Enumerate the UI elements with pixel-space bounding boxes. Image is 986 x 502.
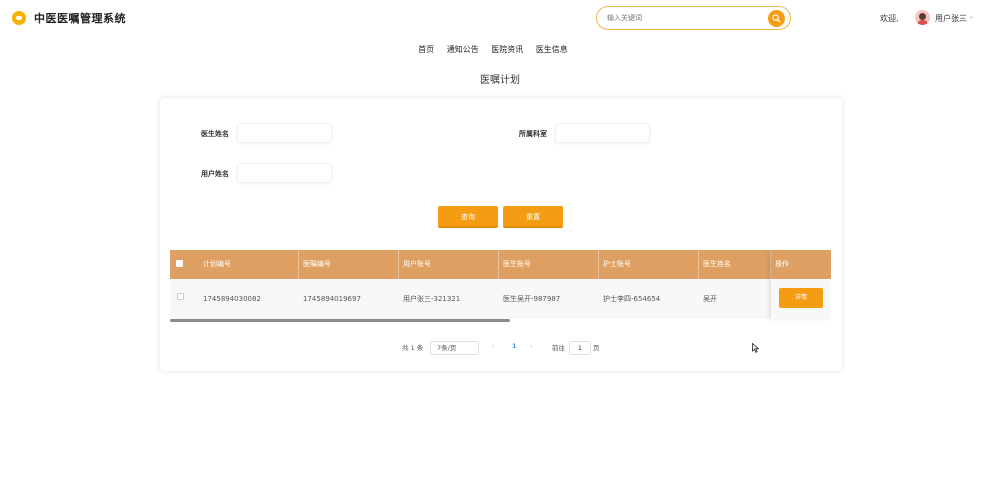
search-box [596, 6, 791, 30]
doctor-name-label: 医生姓名 [201, 130, 229, 138]
page-size-select[interactable]: 7条/页 [430, 341, 479, 355]
user-name-input[interactable] [237, 163, 332, 183]
table-header: 计划编号 医嘱编号 用户账号 医生账号 护士账号 医生姓名 操作 [170, 250, 831, 279]
cell-doctor-name: 吴开 [703, 295, 717, 303]
table-row: 1745894030082 1745894019697 用户张三-321321 … [170, 279, 831, 319]
cell-doctor-account: 医生吴开-987987 [503, 295, 561, 303]
row-checkbox[interactable] [177, 293, 184, 300]
search-button[interactable] [768, 10, 785, 27]
search-input[interactable] [607, 11, 757, 25]
next-page-icon[interactable]: › [530, 342, 533, 350]
column-header: 计划编号 [199, 250, 299, 279]
search-submit-button[interactable]: 查询 [438, 206, 498, 228]
chevron-down-icon[interactable]: ⌄ [969, 13, 974, 20]
top-bar: 中医医嘱管理系统 欢迎, 用户张三 ⌄ [0, 0, 986, 36]
cell-nurse-account: 护士李四-654654 [603, 295, 661, 303]
logo-icon [12, 11, 26, 25]
column-header: 护士账号 [599, 250, 699, 279]
username[interactable]: 用户张三 [935, 13, 967, 24]
page-size-value: 7条/页 [437, 344, 457, 352]
column-header: 医生账号 [499, 250, 599, 279]
app-title: 中医医嘱管理系统 [34, 12, 126, 25]
data-table: 计划编号 医嘱编号 用户账号 医生账号 护士账号 医生姓名 操作 1745894… [170, 250, 831, 322]
cell-plan-no: 1745894030082 [203, 295, 261, 303]
nav-item-notices[interactable]: 通知公告 [447, 44, 479, 55]
cell-user-account: 用户张三-321321 [403, 295, 461, 303]
nav-item-home[interactable]: 首页 [418, 44, 434, 55]
select-all-checkbox[interactable] [176, 260, 183, 267]
column-header: 医生姓名 [699, 250, 771, 279]
goto-label: 前往 [552, 344, 565, 352]
search-icon [772, 14, 781, 23]
pagination-total: 共 1 条 [402, 344, 424, 352]
column-header: 医嘱编号 [299, 250, 399, 279]
content-card: 医生姓名 所属科室 用户姓名 查询 重置 计划编号 医嘱编号 用户账号 医生账号… [160, 98, 842, 371]
mouse-cursor-icon [752, 343, 759, 353]
horizontal-scrollbar[interactable] [170, 319, 510, 322]
cell-order-no: 1745894019697 [303, 295, 361, 303]
department-label: 所属科室 [519, 130, 547, 138]
detail-button[interactable]: 详情 [779, 288, 823, 308]
column-header: 用户账号 [399, 250, 499, 279]
page-title: 医嘱计划 [480, 75, 520, 86]
doctor-name-input[interactable] [237, 123, 332, 143]
nav-item-doctors[interactable]: 医生信息 [536, 44, 568, 55]
avatar[interactable] [915, 10, 930, 25]
fixed-action-column: 详情 [771, 250, 831, 319]
page-number[interactable]: 1 [512, 342, 517, 350]
user-name-label: 用户姓名 [201, 170, 229, 178]
page-suffix: 页 [593, 344, 600, 352]
prev-page-icon[interactable]: ‹ [492, 342, 495, 350]
main-nav: 首页 通知公告 医院资讯 医生信息 [0, 44, 986, 55]
reset-button[interactable]: 重置 [503, 206, 563, 228]
goto-page-input[interactable]: 1 [569, 341, 591, 355]
department-input[interactable] [555, 123, 650, 143]
welcome-text: 欢迎, [880, 14, 899, 23]
nav-item-news[interactable]: 医院资讯 [491, 44, 523, 55]
